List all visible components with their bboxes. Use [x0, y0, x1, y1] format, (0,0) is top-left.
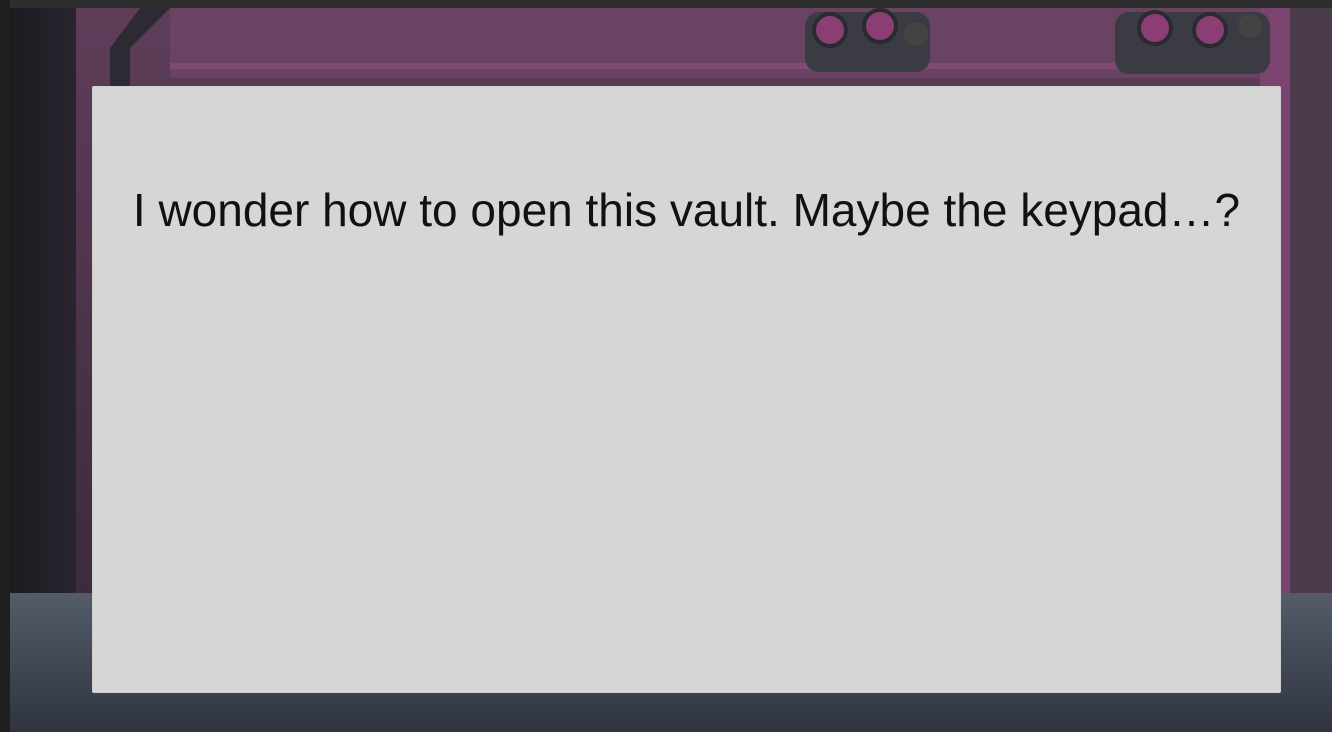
dialog-box[interactable]: I wonder how to open this vault. Maybe t… [92, 86, 1281, 693]
window-top-bar [0, 0, 1332, 8]
door-top-ridge [170, 63, 1260, 69]
door-bolt-left [805, 8, 930, 72]
vault-scene-background: I wonder how to open this vault. Maybe t… [10, 8, 1332, 732]
window-left-edge [0, 0, 10, 732]
right-pillar [1290, 8, 1332, 608]
game-viewport: I wonder how to open this vault. Maybe t… [0, 0, 1332, 732]
door-bolt-right [1115, 10, 1270, 74]
dialog-message: I wonder how to open this vault. Maybe t… [132, 184, 1241, 236]
left-pillar [10, 8, 80, 598]
